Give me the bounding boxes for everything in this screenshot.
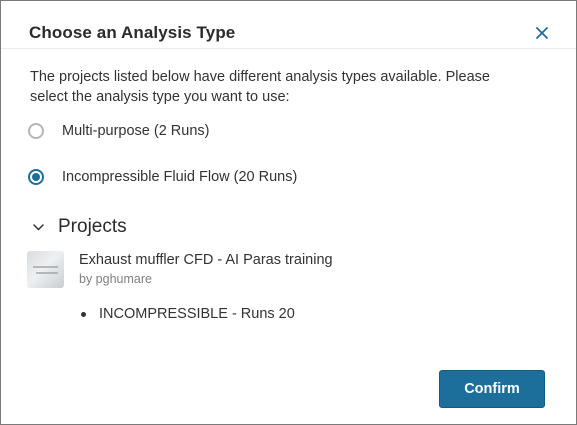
close-button[interactable] bbox=[532, 23, 552, 43]
project-item: Exhaust muffler CFD - AI Paras training … bbox=[27, 251, 333, 288]
dialog-description: The projects listed below have different… bbox=[30, 69, 490, 105]
project-runs: INCOMPRESSIBLE - Runs 20 bbox=[99, 306, 295, 322]
header-divider bbox=[1, 48, 576, 49]
chevron-down-icon bbox=[33, 223, 44, 230]
radio-button[interactable] bbox=[28, 123, 44, 139]
project-thumbnail bbox=[27, 251, 64, 288]
projects-section-toggle[interactable]: Projects bbox=[33, 216, 127, 238]
project-owner: by pghumare bbox=[79, 272, 152, 286]
dialog-title: Choose an Analysis Type bbox=[29, 23, 236, 42]
analysis-type-dialog: Choose an Analysis Type The projects lis… bbox=[0, 0, 577, 425]
radio-button-selected[interactable] bbox=[28, 169, 44, 185]
project-name[interactable]: Exhaust muffler CFD - AI Paras training bbox=[79, 251, 333, 269]
option-label: Incompressible Fluid Flow (20 Runs) bbox=[62, 169, 298, 185]
bullet-icon bbox=[81, 311, 86, 317]
option-multi-purpose[interactable]: Multi-purpose (2 Runs) bbox=[28, 123, 209, 139]
list-item: INCOMPRESSIBLE - Runs 20 bbox=[81, 306, 295, 322]
projects-heading: Projects bbox=[58, 216, 127, 237]
radio-dot bbox=[32, 173, 40, 181]
option-label: Multi-purpose (2 Runs) bbox=[62, 123, 210, 139]
confirm-button[interactable]: Confirm bbox=[439, 370, 545, 408]
close-icon bbox=[536, 27, 548, 39]
option-incompressible-fluid-flow[interactable]: Incompressible Fluid Flow (20 Runs) bbox=[28, 169, 297, 185]
